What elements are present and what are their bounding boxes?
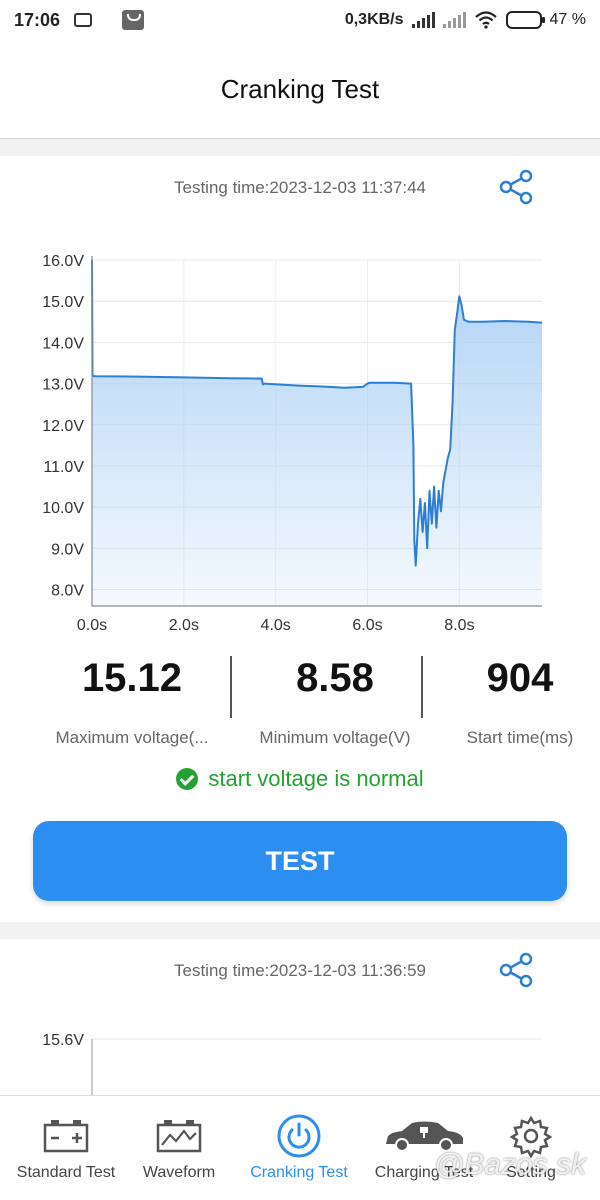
network-speed: 0,3KB/s (344, 11, 404, 28)
test-button[interactable]: TEST (33, 821, 567, 901)
app-header: Cranking Test (0, 40, 600, 139)
test-record-card: Testing time:2023-12-03 11:36:59 15.6V (0, 939, 600, 1099)
min-voltage-label: Minimum voltage(V) (259, 728, 411, 747)
car-charging-icon (386, 1121, 463, 1152)
battery-level: 47 % (549, 11, 586, 28)
nav-label: Setting (506, 1164, 556, 1181)
nav-waveform[interactable]: Waveform (119, 1096, 239, 1200)
start-time-label: Start time(ms) (466, 728, 574, 747)
max-voltage-value: 15.12 (81, 656, 183, 700)
max-voltage-stat: 15.12 Maximum voltage(... (52, 156, 212, 748)
shopping-bag-icon (122, 10, 145, 30)
nav-label: Waveform (142, 1164, 216, 1181)
cast-icon (74, 13, 93, 27)
nav-charging-test[interactable]: Charging Test (364, 1096, 484, 1200)
cranking-test-screen: 17:06 0,3KB/s 47 % Cranking Test Testing… (0, 0, 600, 1200)
status-text: start voltage is normal (208, 766, 424, 791)
nav-setting[interactable]: Setting (471, 1096, 591, 1200)
min-voltage-value: 8.58 (296, 656, 374, 700)
start-time-stat: 904 Start time(ms) (450, 156, 590, 748)
signal-2-icon (442, 12, 466, 28)
nav-standard-test[interactable]: Standard Test (6, 1096, 126, 1200)
page-title: Cranking Test (220, 73, 380, 104)
status-message: start voltage is normal (0, 766, 600, 792)
bottom-navigation: Standard Test Waveform Cranking Test Cha… (0, 1095, 600, 1200)
min-voltage-stat: 8.58 Minimum voltage(V) (245, 156, 425, 748)
gear-icon (509, 1115, 553, 1158)
battery-icon (505, 11, 545, 29)
test-record-card: Testing time:2023-12-03 11:37:44 16.0V 15… (0, 156, 600, 922)
clock: 17:06 (14, 9, 61, 30)
divider (230, 656, 232, 718)
wifi-icon (474, 11, 497, 29)
status-bar: 17:06 0,3KB/s 47 % (0, 0, 600, 40)
start-time-value: 904 (486, 656, 554, 700)
max-voltage-label: Maximum voltage(... (55, 728, 209, 747)
nav-label: Cranking Test (250, 1164, 348, 1181)
divider (421, 656, 423, 718)
nav-cranking-test[interactable]: Cranking Test (239, 1096, 359, 1200)
waveform-icon (156, 1120, 202, 1153)
battery-icon (43, 1120, 89, 1153)
voltage-chart-preview: 15.6V (42, 1032, 542, 1099)
signal-icon (411, 12, 435, 28)
power-icon (277, 1114, 321, 1158)
check-circle-icon (176, 768, 199, 790)
y-tick-label: 15.6V (42, 1032, 84, 1049)
